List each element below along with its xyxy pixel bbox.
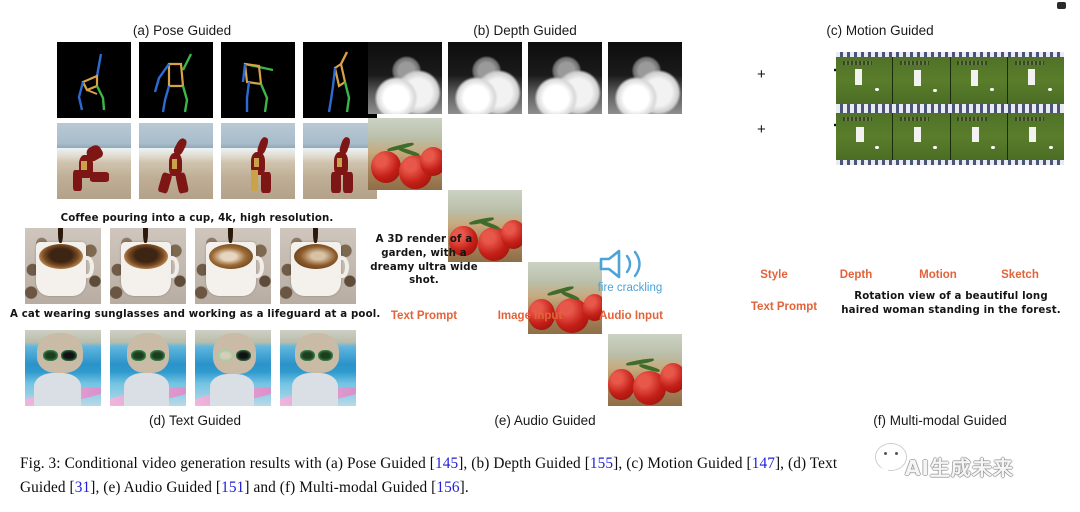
citation-145[interactable]: 145 [435,455,458,472]
citation-31[interactable]: 31 [75,479,91,496]
text-guided-coffee-frame-2 [110,228,186,304]
caption-part-4: ], (d) Text [774,455,838,472]
motion-plus-2: + [757,121,766,138]
caption-part-2: ], (b) Depth Guided [ [458,455,590,472]
motion-output-frame-3 [950,57,1008,104]
motion-output-frame-5 [836,113,894,160]
pose-skeleton-frame-4 [303,42,377,118]
motion-filmstrip-bottom [836,160,1064,165]
motion-filmstrip-middle [836,104,1064,113]
multimodal-label-depth: Depth [839,269,873,281]
caption-part-5: Guided [ [20,478,75,496]
multimodal-label-sketch: Sketch [1001,269,1039,281]
pose-skeleton-frame-3 [221,42,295,118]
panel-title-audio-guided: (e) Audio Guided [494,413,596,428]
motion-output-frame-7 [950,113,1008,160]
motion-output-frame-2 [893,57,951,104]
caption-part-7: ] and (f) Multi-modal Guided [ [244,478,437,496]
label-audio-input: Audio Input [599,310,663,322]
depth-output-frame-4 [608,334,682,406]
audio-guided-text-prompt: A 3D render of a garden, with a dreamy u… [370,234,478,287]
text-guided-cat-frame-4 [280,330,356,406]
text-guided-cat-frame-1 [25,330,101,406]
panel-title-multimodal: (f) Multi-modal Guided [873,413,1007,428]
panel-title-depth: (b) Depth Guided [473,23,577,38]
depth-map-frame-1 [368,42,442,114]
audio-speaker-icon [595,248,663,280]
text-guided-cat-frame-2 [110,330,186,406]
pose-output-frame-3 [221,123,295,199]
pose-output-frame-2 [139,123,213,199]
depth-output-frame-1 [368,118,442,190]
depth-map-frame-4 [608,42,682,114]
text-guided-prompt-2: A cat wearing sunglasses and working as … [10,309,381,320]
motion-output-row-1 [836,57,1064,104]
motion-output-row-2 [836,113,1064,160]
citation-151[interactable]: 151 [221,479,244,496]
citation-156[interactable]: 156 [436,479,459,496]
caption-part-8: ]. [459,478,469,496]
depth-map-frame-3 [528,42,602,114]
label-image-input: Image Input [497,310,563,322]
pose-output-frame-4 [303,123,377,199]
pose-skeleton-frame-1 [57,42,131,118]
depth-map-frame-2 [448,42,522,114]
text-guided-coffee-frame-4 [280,228,356,304]
motion-output-frame-6 [893,113,951,160]
multimodal-label-motion: Motion [919,269,957,281]
citation-155[interactable]: 155 [590,455,613,472]
caption-part-3: ], (c) Motion Guided [ [613,455,752,472]
panel-title-pose: (a) Pose Guided [132,23,232,38]
pose-skeleton-frame-2 [139,42,213,118]
pose-output-frame-1 [57,123,131,199]
text-guided-prompt-1: Coffee pouring into a cup, 4k, high reso… [60,213,334,224]
caption-part-6: ], (e) Audio Guided [ [90,478,222,496]
multimodal-text-prompt: Rotation view of a beautiful long haired… [841,291,1061,316]
panel-title-text-guided: (d) Text Guided [148,413,242,428]
multimodal-label-text-prompt: Text Prompt [750,301,818,313]
label-text-prompt-e: Text Prompt [390,310,458,322]
text-guided-coffee-frame-3 [195,228,271,304]
audio-caption: fire crackling [597,282,663,294]
text-guided-cat-frame-3 [195,330,271,406]
caption-part-1: Fig. 3: Conditional video generation res… [20,455,435,472]
figure-page: (a) Pose Guided Coffee pouring into a cu… [0,0,1080,512]
text-guided-coffee-frame-1 [25,228,101,304]
figure-caption: Fig. 3: Conditional video generation res… [20,452,1065,499]
watermark-bubble-icon [876,444,906,475]
multimodal-label-style: Style [760,269,788,281]
motion-output-frame-4 [1007,57,1064,104]
motion-output-frame-8 [1007,113,1064,160]
corner-artifact [1057,2,1066,9]
depth-output-frame-3 [528,262,602,334]
motion-plus-1: + [757,66,766,83]
panel-title-motion: (c) Motion Guided [826,23,934,38]
citation-147[interactable]: 147 [752,455,775,472]
motion-output-frame-1 [836,57,894,104]
